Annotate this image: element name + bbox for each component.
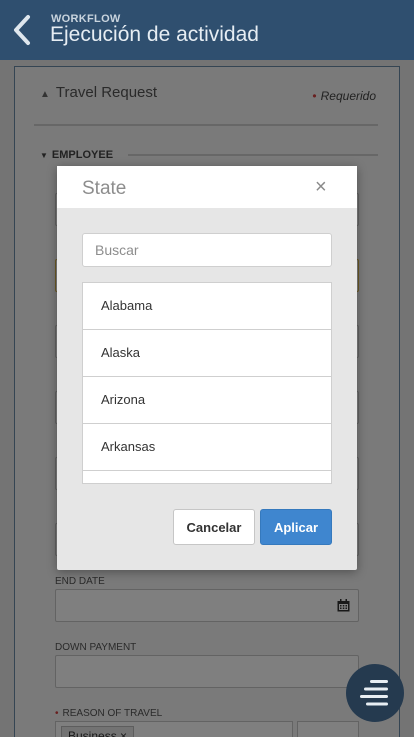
state-picker-modal: State × Alabama Alaska Arizona Arkansas … <box>57 166 357 570</box>
chevron-left-icon <box>14 15 30 45</box>
menu-lines-icon <box>360 680 388 706</box>
app-header: WORKFLOW Ejecución de actividad <box>0 0 414 60</box>
search-input[interactable] <box>82 233 332 267</box>
menu-fab-button[interactable] <box>346 664 404 722</box>
list-item[interactable] <box>83 471 331 483</box>
close-icon[interactable]: × <box>315 176 327 199</box>
apply-button[interactable]: Aplicar <box>260 509 332 545</box>
back-button[interactable] <box>8 12 38 48</box>
list-item[interactable]: Arizona <box>83 377 331 424</box>
state-options-list[interactable]: Alabama Alaska Arizona Arkansas <box>82 282 332 484</box>
modal-title: State <box>82 178 127 199</box>
list-item[interactable]: Alabama <box>83 283 331 330</box>
list-item[interactable]: Arkansas <box>83 424 331 471</box>
cancel-button[interactable]: Cancelar <box>173 509 255 545</box>
page-title: Ejecución de actividad <box>50 23 259 46</box>
modal-header: State × <box>57 166 357 208</box>
list-item[interactable]: Alaska <box>83 330 331 377</box>
